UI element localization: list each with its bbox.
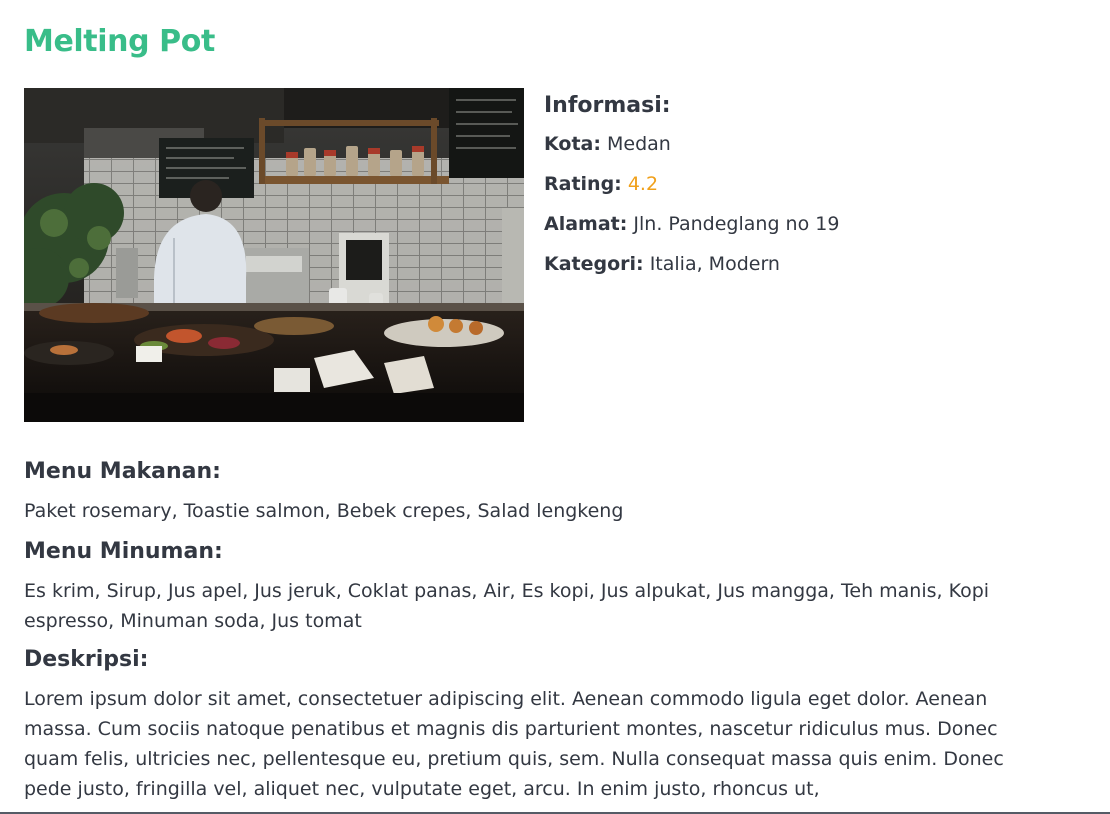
page-title: Melting Pot — [24, 24, 215, 59]
overview-row: Informasi: Kota: Medan Rating: 4.2 Alama… — [24, 88, 1030, 422]
rating-label: Rating: — [544, 173, 622, 195]
menu-minuman-heading: Menu Minuman: — [24, 539, 223, 564]
kota-value: Medan — [607, 133, 671, 155]
kota-label: Kota: — [544, 133, 601, 155]
alamat-value: Jln. Pandeglang no 19 — [633, 213, 840, 235]
menu-makanan-heading: Menu Makanan: — [24, 459, 221, 484]
menu-makanan-text: Paket rosemary, Toastie salmon, Bebek cr… — [24, 500, 624, 522]
info-kategori: Kategori: Italia, Modern — [544, 244, 839, 284]
menu-minuman-text: Es krim, Sirup, Jus apel, Jus jeruk, Cok… — [24, 580, 990, 632]
info-panel: Informasi: Kota: Medan Rating: 4.2 Alama… — [544, 88, 839, 422]
kategori-value: Italia, Modern — [649, 253, 780, 275]
restaurant-detail-page: Melting Pot Informasi: Kota: Medan Ratin… — [0, 0, 1110, 814]
deskripsi-text: Lorem ipsum dolor sit amet, consectetuer… — [24, 688, 1004, 800]
info-rating: Rating: 4.2 — [544, 164, 839, 204]
rating-value: 4.2 — [627, 173, 659, 195]
info-heading: Informasi: — [544, 93, 671, 118]
restaurant-photo — [24, 88, 524, 422]
info-kota: Kota: Medan — [544, 124, 839, 164]
alamat-label: Alamat: — [544, 213, 628, 235]
main-content: Melting Pot Informasi: Kota: Medan Ratin… — [24, 20, 1030, 804]
kategori-label: Kategori: — [544, 253, 644, 275]
restaurant-photo-illustration — [24, 88, 524, 422]
info-alamat: Alamat: Jln. Pandeglang no 19 — [544, 204, 839, 244]
deskripsi-heading: Deskripsi: — [24, 647, 149, 672]
